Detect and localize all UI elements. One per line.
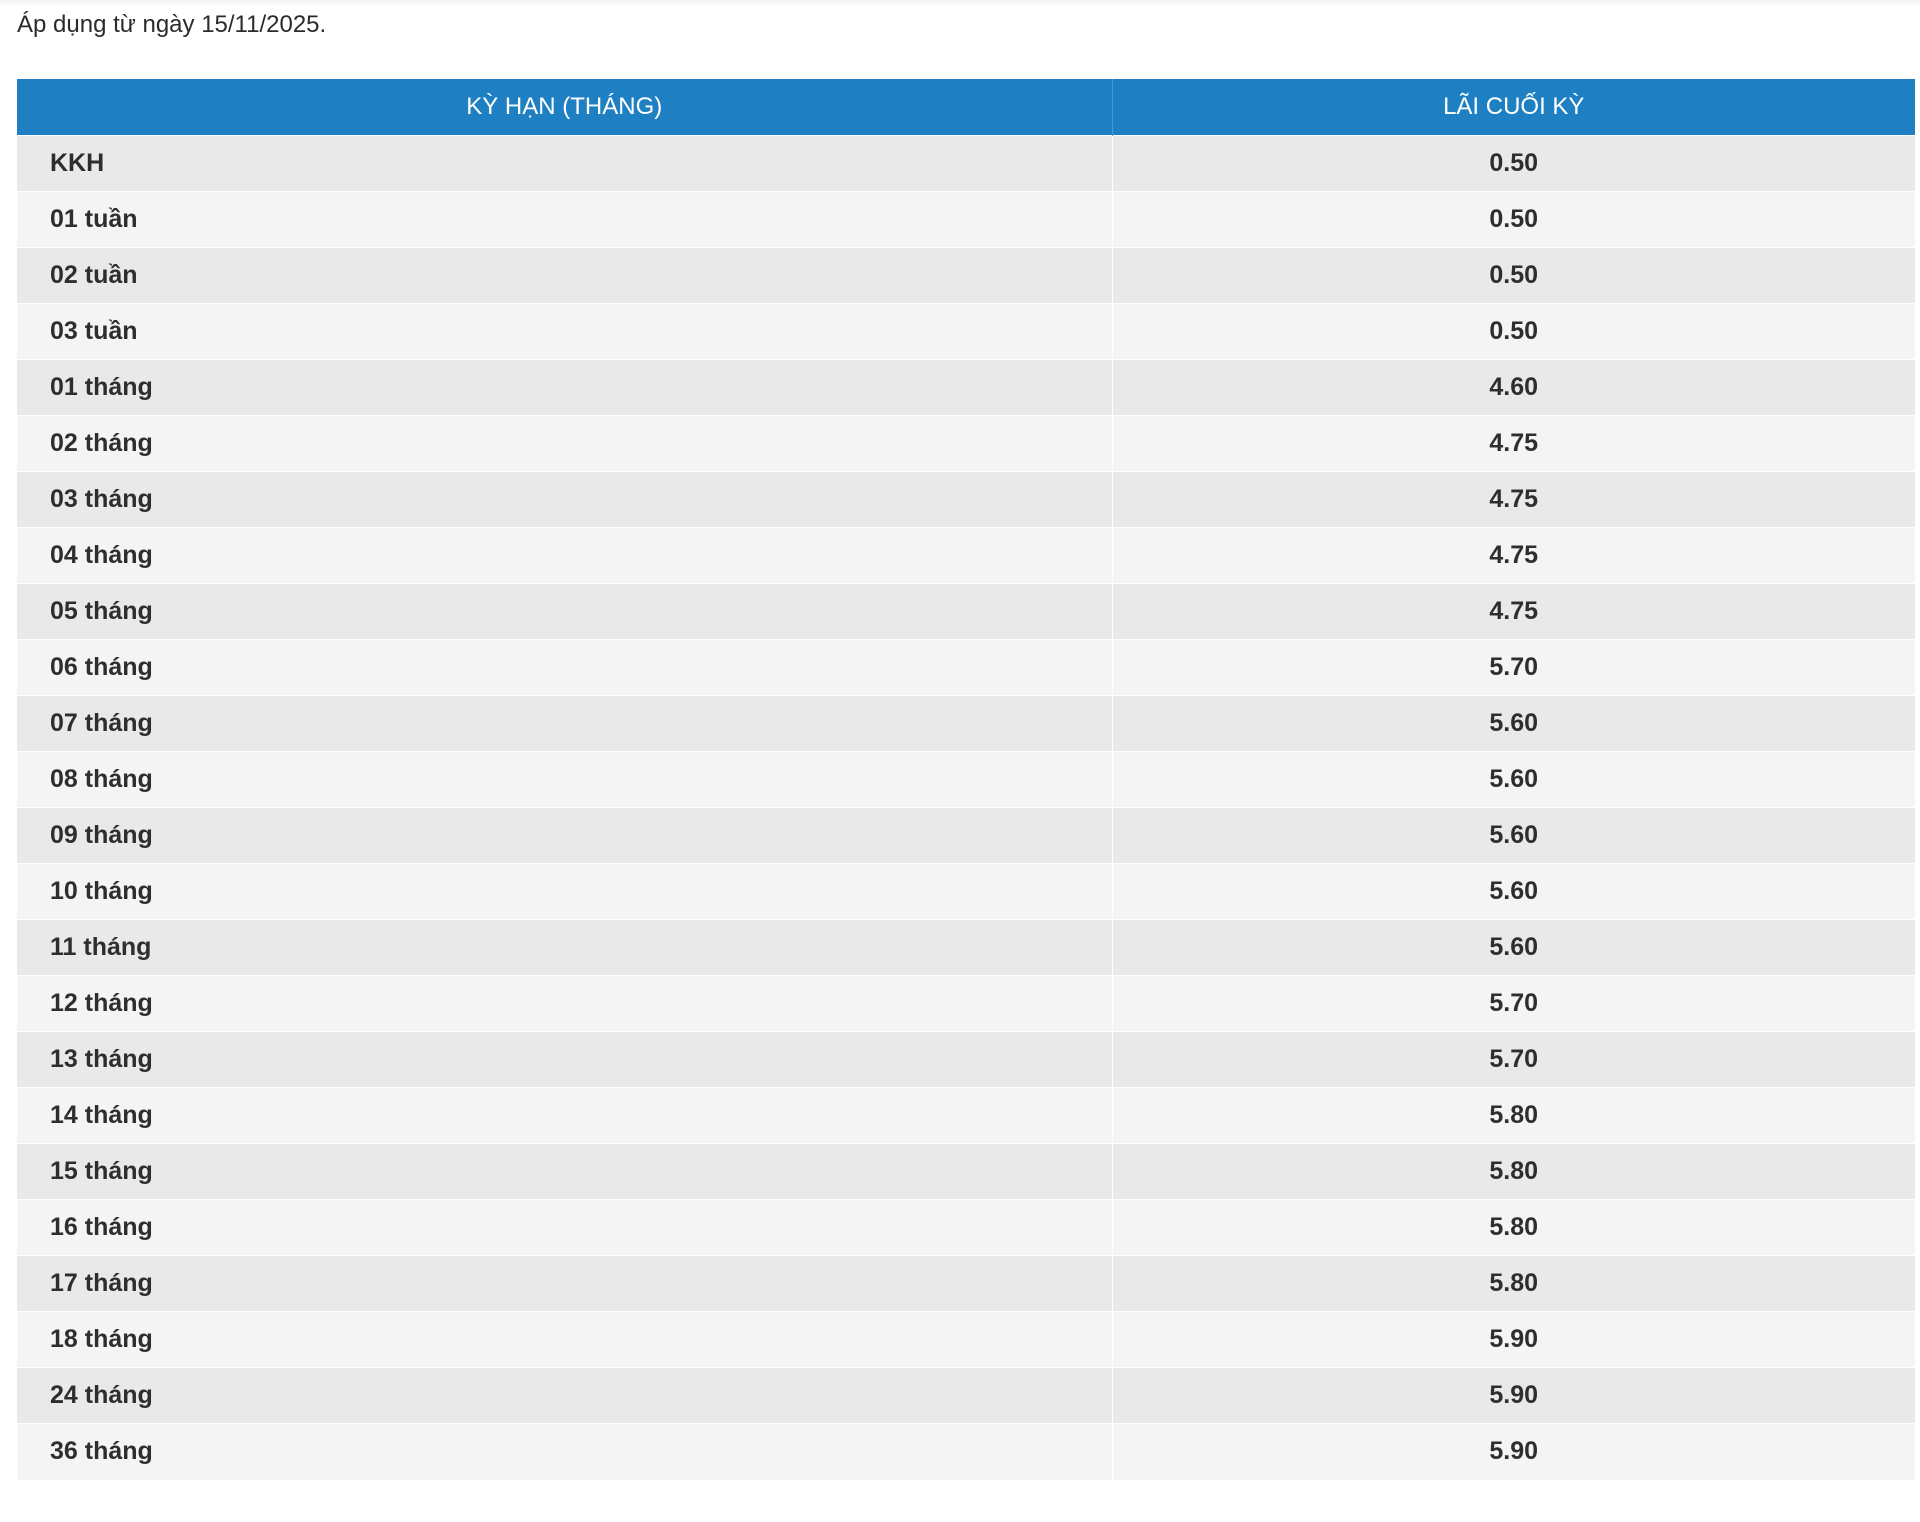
rate-cell: 5.90 <box>1112 1311 1915 1368</box>
table-header: KỲ HẠN (THÁNG) LÃI CUỐI KỲ <box>17 79 1915 136</box>
table-row: 04 tháng 4.75 <box>17 527 1915 584</box>
header-rate: LÃI CUỐI KỲ <box>1112 79 1915 136</box>
table-row: 10 tháng 5.60 <box>17 863 1915 920</box>
table-row: 05 tháng 4.75 <box>17 583 1915 640</box>
term-cell: 14 tháng <box>17 1087 1113 1144</box>
term-cell: KKH <box>17 135 1113 192</box>
rate-cell: 0.50 <box>1112 191 1915 248</box>
table-row: 11 tháng 5.60 <box>17 919 1915 976</box>
rate-cell: 5.80 <box>1112 1143 1915 1200</box>
term-cell: 08 tháng <box>17 751 1113 808</box>
rate-cell: 5.80 <box>1112 1199 1915 1256</box>
table-row: 01 tháng 4.60 <box>17 359 1915 416</box>
term-cell: 24 tháng <box>17 1367 1113 1424</box>
rate-cell: 5.60 <box>1112 863 1915 920</box>
table-row: 15 tháng 5.80 <box>17 1143 1915 1200</box>
table-row: 17 tháng 5.80 <box>17 1255 1915 1312</box>
term-cell: 12 tháng <box>17 975 1113 1032</box>
term-cell: 02 tháng <box>17 415 1113 472</box>
rate-cell: 0.50 <box>1112 303 1915 360</box>
rate-cell: 4.75 <box>1112 471 1915 528</box>
table-row: 03 tuần 0.50 <box>17 303 1915 360</box>
rate-cell: 5.60 <box>1112 695 1915 752</box>
term-cell: 18 tháng <box>17 1311 1113 1368</box>
rate-cell: 0.50 <box>1112 247 1915 304</box>
term-cell: 11 tháng <box>17 919 1113 976</box>
term-cell: 05 tháng <box>17 583 1113 640</box>
term-cell: 03 tuần <box>17 303 1113 360</box>
table-row: 16 tháng 5.80 <box>17 1199 1915 1256</box>
table-row: 03 tháng 4.75 <box>17 471 1915 528</box>
rate-cell: 5.90 <box>1112 1367 1915 1424</box>
term-cell: 02 tuần <box>17 247 1113 304</box>
term-cell: 15 tháng <box>17 1143 1113 1200</box>
rate-cell: 4.75 <box>1112 415 1915 472</box>
rate-cell: 5.70 <box>1112 639 1915 696</box>
rate-cell: 4.60 <box>1112 359 1915 416</box>
rate-cell: 5.60 <box>1112 751 1915 808</box>
term-cell: 01 tuần <box>17 191 1113 248</box>
effective-date-note: Áp dụng từ ngày 15/11/2025. <box>17 11 327 38</box>
term-cell: 13 tháng <box>17 1031 1113 1088</box>
table-row: 02 tuần 0.50 <box>17 247 1915 304</box>
rate-cell: 5.80 <box>1112 1087 1915 1144</box>
term-cell: 06 tháng <box>17 639 1113 696</box>
rate-cell: 0.50 <box>1112 135 1915 192</box>
term-cell: 03 tháng <box>17 471 1113 528</box>
header-term: KỲ HẠN (THÁNG) <box>17 79 1113 136</box>
term-cell: 07 tháng <box>17 695 1113 752</box>
term-cell: 01 tháng <box>17 359 1113 416</box>
top-shadow <box>0 0 1920 6</box>
table-header-row: KỲ HẠN (THÁNG) LÃI CUỐI KỲ <box>17 79 1915 136</box>
term-cell: 36 tháng <box>17 1423 1113 1480</box>
table-row: 08 tháng 5.60 <box>17 751 1915 808</box>
table-row: 24 tháng 5.90 <box>17 1367 1915 1424</box>
term-cell: 17 tháng <box>17 1255 1113 1312</box>
table-row: 09 tháng 5.60 <box>17 807 1915 864</box>
table-body: KKH 0.50 01 tuần 0.50 02 tuần 0.50 03 tuần 0.50… <box>17 135 1915 1480</box>
rate-cell: 4.75 <box>1112 527 1915 584</box>
term-cell: 10 tháng <box>17 863 1113 920</box>
table-row: 06 tháng 5.70 <box>17 639 1915 696</box>
table-row: 36 tháng 5.90 <box>17 1423 1915 1480</box>
table-row: 14 tháng 5.80 <box>17 1087 1915 1144</box>
rate-cell: 5.80 <box>1112 1255 1915 1312</box>
interest-rate-table: KỲ HẠN (THÁNG) LÃI CUỐI KỲ KKH 0.50 01 tuầ… <box>17 79 1915 1480</box>
rate-cell: 5.60 <box>1112 807 1915 864</box>
rate-cell: 4.75 <box>1112 583 1915 640</box>
table-row: 12 tháng 5.70 <box>17 975 1915 1032</box>
table-row: KKH 0.50 <box>17 135 1915 192</box>
rate-cell: 5.70 <box>1112 1031 1915 1088</box>
term-cell: 09 tháng <box>17 807 1113 864</box>
table-row: 18 tháng 5.90 <box>17 1311 1915 1368</box>
table-row: 13 tháng 5.70 <box>17 1031 1915 1088</box>
rate-cell: 5.60 <box>1112 919 1915 976</box>
rate-cell: 5.70 <box>1112 975 1915 1032</box>
table-row: 01 tuần 0.50 <box>17 191 1915 248</box>
term-cell: 16 tháng <box>17 1199 1113 1256</box>
term-cell: 04 tháng <box>17 527 1113 584</box>
table-row: 02 tháng 4.75 <box>17 415 1915 472</box>
table-row: 07 tháng 5.60 <box>17 695 1915 752</box>
rate-cell: 5.90 <box>1112 1423 1915 1480</box>
